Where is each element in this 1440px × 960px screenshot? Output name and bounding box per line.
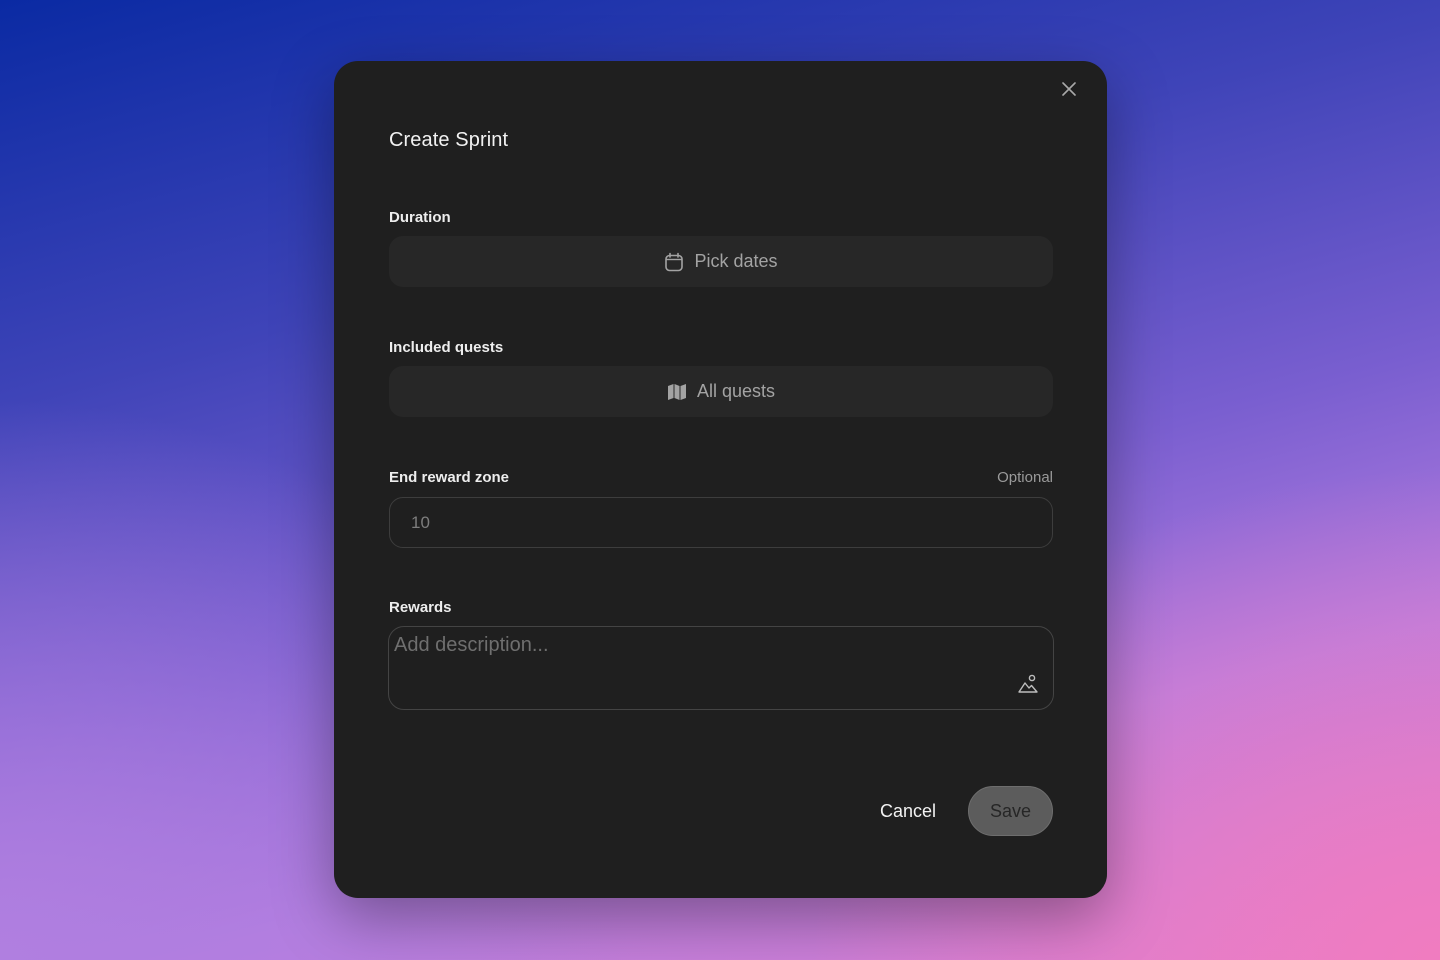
rewards-field xyxy=(388,626,1054,710)
close-button[interactable] xyxy=(1057,77,1081,101)
pick-dates-label: Pick dates xyxy=(694,251,778,271)
dialog-title: Create Sprint xyxy=(389,129,509,151)
rewards-description-input[interactable] xyxy=(394,634,994,694)
map-icon xyxy=(667,382,687,402)
all-quests-label: All quests xyxy=(696,381,776,401)
included-quests-label: Included quests xyxy=(389,339,504,356)
close-icon xyxy=(1062,82,1076,96)
create-sprint-dialog: Create Sprint Duration Pick dates Includ… xyxy=(334,61,1107,898)
end-reward-zone-input[interactable] xyxy=(389,497,1053,548)
cancel-button[interactable]: Cancel xyxy=(865,786,951,836)
all-quests-button[interactable]: All quests xyxy=(389,366,1053,417)
end-reward-zone-label: End reward zone xyxy=(389,469,510,486)
save-button[interactable]: Save xyxy=(968,786,1053,836)
optional-label: Optional xyxy=(997,469,1053,486)
rewards-label: Rewards xyxy=(389,599,452,616)
calendar-icon xyxy=(664,252,684,272)
pick-dates-button[interactable]: Pick dates xyxy=(389,236,1053,287)
add-image-button[interactable] xyxy=(1017,673,1039,695)
image-icon xyxy=(1018,674,1038,693)
duration-label: Duration xyxy=(389,209,451,226)
